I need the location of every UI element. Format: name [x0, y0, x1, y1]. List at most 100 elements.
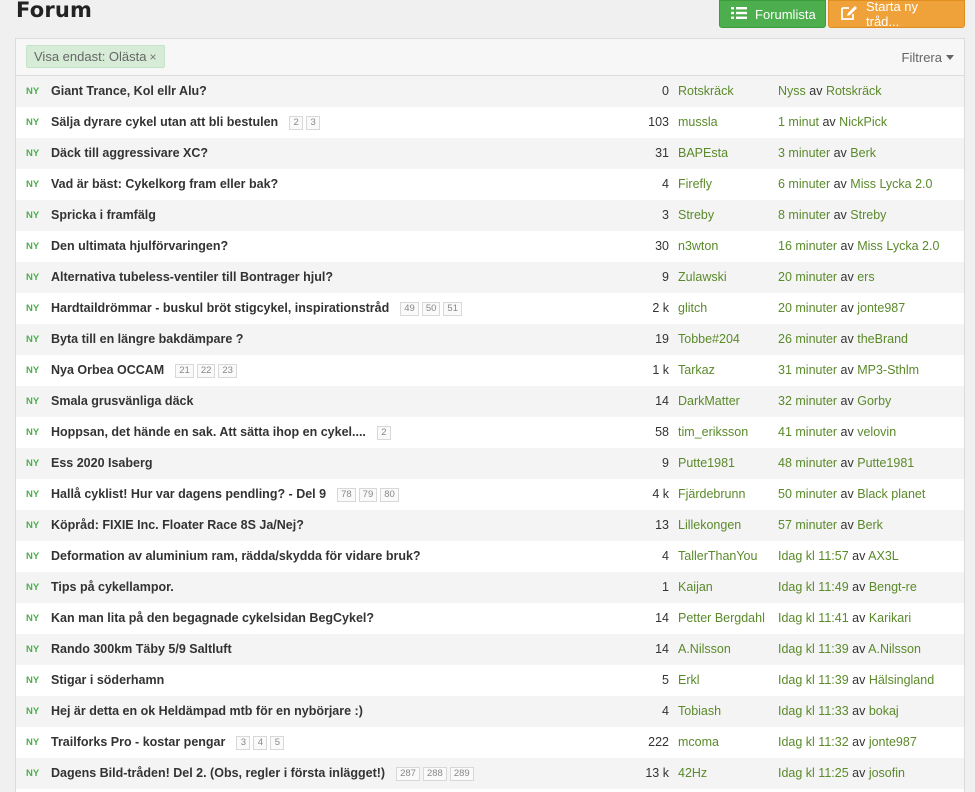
thread-row[interactable]: NY Rando 300km Täby 5/9 Saltluft 14 A.Nilss…: [16, 634, 964, 665]
last-post-time-link[interactable]: 16 minuter: [778, 239, 837, 253]
thread-row[interactable]: NY Stigar i söderhamn 5 Erkl Idag kl 11:39 a…: [16, 665, 964, 696]
thread-row[interactable]: NY Den ultimata hjulförvaringen? 30 n3wton 1…: [16, 231, 964, 262]
last-post-user-link[interactable]: MP3-Sthlm: [857, 363, 919, 377]
thread-author-link[interactable]: glitch: [678, 293, 707, 324]
thread-title-link[interactable]: Hardtaildrömmar - buskul bröt stigcykel,…: [51, 293, 389, 324]
thread-row[interactable]: NY Nya Orbea OCCAM 21 22 23 1 k Tarkaz 31 minut…: [16, 355, 964, 386]
last-post-user-link[interactable]: A.Nilsson: [868, 642, 921, 656]
thread-author-link[interactable]: 42Hz: [678, 758, 707, 789]
page-link[interactable]: 3: [236, 735, 251, 750]
page-link[interactable]: 49: [400, 301, 419, 316]
thread-author-link[interactable]: Erkl: [678, 665, 700, 696]
thread-author-link[interactable]: Putte1981: [678, 448, 735, 479]
thread-author-link[interactable]: Firefly: [678, 169, 712, 200]
thread-title-link[interactable]: Vad är bäst: Cykelkorg fram eller bak?: [51, 169, 278, 200]
thread-title-link[interactable]: Spricka i framfälg: [51, 200, 156, 231]
thread-author-link[interactable]: mcoma: [678, 727, 719, 758]
last-post-user-link[interactable]: Miss Lycka 2.0: [857, 239, 939, 253]
thread-row[interactable]: NY Byta till en längre bakdämpare ? 19 Tobb…: [16, 324, 964, 355]
thread-row[interactable]: NY Ess 2020 Isaberg 9 Putte1981 48 minuter a…: [16, 448, 964, 479]
thread-row[interactable]: NY Tips på cykellampor. 1 Kaijan Idag kl 11:…: [16, 572, 964, 603]
last-post-time-link[interactable]: Idag kl 11:41: [778, 611, 849, 625]
thread-row[interactable]: NY Spricka i framfälg 3 Streby 8 minuter av …: [16, 200, 964, 231]
thread-title-link[interactable]: Sälja dyrare cykel utan att bli bestulen: [51, 107, 278, 138]
last-post-user-link[interactable]: jonte987: [857, 301, 905, 315]
thread-row[interactable]: NY Alternativa tubeless-ventiler till Bon…: [16, 262, 964, 293]
last-post-user-link[interactable]: AX3L: [868, 549, 899, 563]
page-link[interactable]: 3: [306, 115, 321, 130]
last-post-time-link[interactable]: Idag kl 11:39: [778, 673, 849, 687]
last-post-user-link[interactable]: bokaj: [869, 704, 899, 718]
last-post-user-link[interactable]: Black planet: [857, 487, 925, 501]
thread-title-link[interactable]: Giant Trance, Kol ellr Alu?: [51, 76, 207, 107]
last-post-user-link[interactable]: NickPick: [839, 115, 887, 129]
thread-row[interactable]: NY Hej är detta en ok Heldämpad mtb för e…: [16, 696, 964, 727]
thread-title-link[interactable]: Stigar i söderhamn: [51, 665, 164, 696]
last-post-time-link[interactable]: 50 minuter: [778, 487, 837, 501]
last-post-time-link[interactable]: 1 minut: [778, 115, 819, 129]
last-post-user-link[interactable]: Karikari: [869, 611, 911, 625]
last-post-time-link[interactable]: 20 minuter: [778, 301, 837, 315]
thread-title-link[interactable]: Den ultimata hjulförvaringen?: [51, 231, 228, 262]
thread-row[interactable]: NY Däck till aggressivare XC? 31 BAPEsta 3 m…: [16, 138, 964, 169]
thread-row[interactable]: NY Köpråd: FIXIE Inc. Floater Race 8S Ja/…: [16, 510, 964, 541]
thread-title-link[interactable]: Rando 300km Täby 5/9 Saltluft: [51, 634, 232, 665]
thread-author-link[interactable]: Tobbe#204: [678, 324, 740, 355]
last-post-user-link[interactable]: jonte987: [869, 735, 917, 749]
last-post-user-link[interactable]: Rotskräck: [826, 84, 882, 98]
thread-title-link[interactable]: Alternativa tubeless-ventiler till Bontr…: [51, 262, 333, 293]
last-post-time-link[interactable]: Idag kl 11:25: [778, 766, 849, 780]
thread-author-link[interactable]: Kaijan: [678, 572, 713, 603]
thread-author-link[interactable]: Tobiash: [678, 696, 721, 727]
thread-title-link[interactable]: Hej är detta en ok Heldämpad mtb för en …: [51, 696, 363, 727]
thread-row[interactable]: NY Vad är bäst: Cykelkorg fram eller bak?…: [16, 169, 964, 200]
page-link[interactable]: 23: [218, 363, 237, 378]
last-post-time-link[interactable]: Idag kl 11:33: [778, 704, 849, 718]
thread-row[interactable]: NY Trailforks Pro - kostar pengar 3 4 5 222 mc…: [16, 727, 964, 758]
thread-title-link[interactable]: Byta till en längre bakdämpare ?: [51, 324, 243, 355]
thread-title-link[interactable]: Kan man lita på den begagnade cykelsidan…: [51, 603, 374, 634]
page-link[interactable]: 287: [396, 766, 420, 781]
thread-row[interactable]: NY Sälja dyrare cykel utan att bli bestul…: [16, 107, 964, 138]
last-post-time-link[interactable]: Idag kl 11:57: [778, 549, 849, 563]
last-post-user-link[interactable]: Miss Lycka 2.0: [850, 177, 932, 191]
last-post-time-link[interactable]: 32 minuter: [778, 394, 837, 408]
thread-title-link[interactable]: Smala grusvänliga däck: [51, 386, 193, 417]
thread-title-link[interactable]: Tips på cykellampor.: [51, 572, 174, 603]
thread-row[interactable]: NY Deformation av aluminium ram, rädda/sk…: [16, 541, 964, 572]
thread-author-link[interactable]: Rotskräck: [678, 76, 734, 107]
thread-row[interactable]: NY Giant Trance, Kol ellr Alu? 0 Rotskräck N…: [16, 76, 964, 107]
new-thread-button[interactable]: Starta ny tråd...: [828, 0, 965, 29]
thread-author-link[interactable]: BAPEsta: [678, 138, 728, 169]
thread-author-link[interactable]: tim_eriksson: [678, 417, 748, 448]
page-link[interactable]: 2: [376, 425, 391, 440]
forumlist-button[interactable]: Forumlista: [719, 0, 826, 28]
last-post-user-link[interactable]: Bengt-re: [869, 580, 917, 594]
last-post-user-link[interactable]: Streby: [850, 208, 886, 222]
thread-title-link[interactable]: Köpråd: FIXIE Inc. Floater Race 8S Ja/Ne…: [51, 510, 304, 541]
unread-filter-chip[interactable]: Visa endast: Olästa ×: [26, 45, 165, 68]
thread-author-link[interactable]: Lillekongen: [678, 510, 741, 541]
page-link[interactable]: 79: [358, 487, 378, 502]
last-post-user-link[interactable]: Hälsingland: [869, 673, 934, 687]
last-post-time-link[interactable]: 8 minuter: [778, 208, 830, 222]
last-post-time-link[interactable]: Nyss: [778, 84, 806, 98]
last-post-time-link[interactable]: 26 minuter: [778, 332, 837, 346]
thread-author-link[interactable]: n3wton: [678, 231, 718, 262]
thread-title-link[interactable]: Trailforks Pro - kostar pengar: [51, 727, 225, 758]
thread-row[interactable]: NY Dagens Bild-tråden! Del 2. (Obs, regle…: [16, 758, 964, 789]
thread-author-link[interactable]: Zulawski: [678, 262, 727, 293]
thread-row[interactable]: NY Smala grusvänliga däck 14 DarkMatter 32 m…: [16, 386, 964, 417]
last-post-time-link[interactable]: 3 minuter: [778, 146, 830, 160]
thread-author-link[interactable]: Streby: [678, 200, 714, 231]
last-post-time-link[interactable]: 57 minuter: [778, 518, 837, 532]
page-link[interactable]: 289: [449, 766, 474, 781]
last-post-time-link[interactable]: Idag kl 11:32: [778, 735, 849, 749]
thread-title-link[interactable]: Deformation av aluminium ram, rädda/skyd…: [51, 541, 421, 572]
last-post-user-link[interactable]: Berk: [857, 518, 883, 532]
last-post-time-link[interactable]: 41 minuter: [778, 425, 837, 439]
thread-author-link[interactable]: A.Nilsson: [678, 634, 731, 665]
page-link[interactable]: 2: [289, 115, 304, 130]
filter-dropdown[interactable]: Filtrera: [902, 50, 954, 65]
page-link[interactable]: 50: [421, 301, 441, 316]
